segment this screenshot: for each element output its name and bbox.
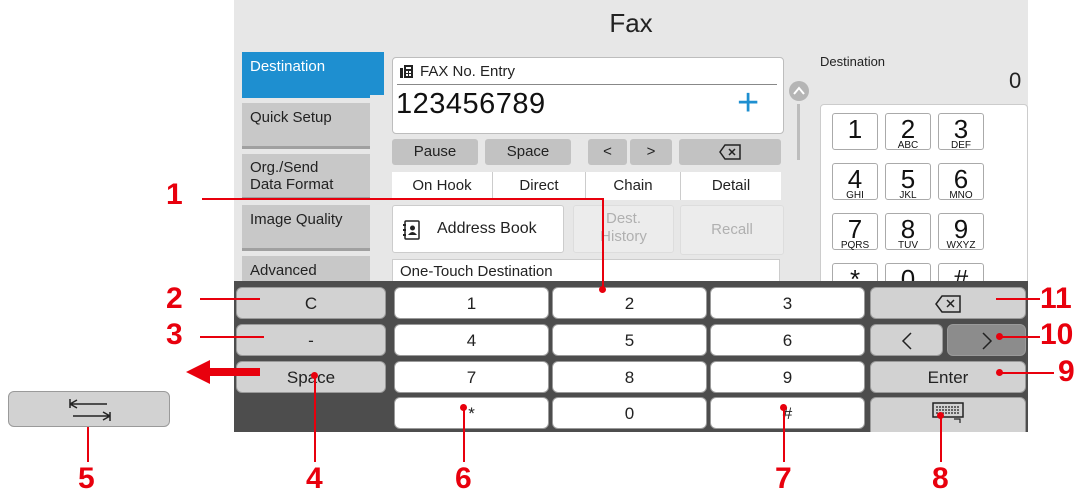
direct-button[interactable]: Direct	[493, 172, 586, 200]
enter-key[interactable]: Enter	[870, 361, 1026, 393]
fax-icon	[400, 65, 413, 78]
key-9[interactable]: 9	[710, 361, 865, 393]
backspace-icon	[719, 144, 741, 160]
callout-dot-10	[996, 333, 1003, 340]
callout-4: 4	[306, 462, 323, 495]
fax-screen: Fax Destination Quick Setup Org./Send Da…	[234, 0, 1028, 432]
callout-10: 10	[1040, 318, 1074, 351]
key-6[interactable]: 6	[710, 324, 865, 356]
callout-line-11	[996, 298, 1040, 300]
keypad-key-2[interactable]: 2 ABC	[885, 113, 931, 151]
keypad-key-9[interactable]: 9 WXYZ	[938, 213, 984, 251]
keypad-key-4[interactable]: 4 GHI	[832, 163, 878, 201]
clear-key[interactable]: C	[236, 287, 386, 319]
callout-dot-7	[780, 404, 787, 411]
tab-arrows-icon	[69, 399, 111, 421]
recall-button[interactable]: Recall	[680, 205, 784, 255]
key-7[interactable]: 7	[394, 361, 549, 393]
destination-label: Destination	[820, 54, 886, 69]
tab-key[interactable]	[8, 391, 170, 427]
key-1[interactable]: 1	[394, 287, 549, 319]
keypad-key-8[interactable]: 8 TUV	[885, 213, 931, 251]
callout-11: 11	[1040, 282, 1072, 315]
keyboard-toggle-key[interactable]	[870, 397, 1026, 432]
on-hook-button[interactable]: On Hook	[392, 172, 493, 200]
key-3[interactable]: 3	[710, 287, 865, 319]
callout-3: 3	[166, 318, 183, 351]
keypad-key-7[interactable]: 7 PQRS	[832, 213, 878, 251]
callout-dot-6	[460, 404, 467, 411]
keypad-key-5[interactable]: 5 JKL	[885, 163, 931, 201]
callout-dot-9	[996, 369, 1003, 376]
callout-line-10	[1000, 336, 1040, 338]
cursor-left-button[interactable]: <	[588, 139, 627, 165]
callout-line-9	[1000, 372, 1054, 374]
destination-count: 0	[1009, 68, 1022, 93]
fax-entry-panel[interactable]: FAX No. Entry 123456789 +	[392, 57, 784, 134]
address-book-label: Address Book	[437, 220, 537, 237]
fax-entry-label: FAX No. Entry	[420, 63, 516, 80]
scroll-bar[interactable]	[788, 80, 810, 170]
key-0[interactable]: 0	[552, 397, 707, 429]
fax-number-field[interactable]: 123456789	[396, 88, 546, 121]
callout-line-3	[200, 336, 264, 338]
callout-1: 1	[166, 178, 183, 211]
callout-5: 5	[78, 462, 95, 495]
callout-line-1b	[602, 198, 604, 290]
pause-button[interactable]: Pause	[392, 139, 478, 165]
callout-dot-1	[599, 286, 606, 293]
callout-7: 7	[775, 462, 792, 495]
key-star[interactable]: *	[394, 397, 549, 429]
space-button[interactable]: Space	[485, 139, 571, 165]
keypad-key-6[interactable]: 6 MNO	[938, 163, 984, 201]
key-5[interactable]: 5	[552, 324, 707, 356]
chevron-left-icon	[901, 332, 912, 350]
add-destination-icon[interactable]: +	[737, 83, 759, 123]
cursor-right-button[interactable]: >	[630, 139, 672, 165]
callout-dot-8	[937, 412, 944, 419]
address-book-button[interactable]: Address Book	[392, 205, 564, 253]
hyphen-key[interactable]: -	[236, 324, 386, 356]
key-hash[interactable]: #	[710, 397, 865, 429]
backspace-icon	[935, 295, 961, 313]
callout-line-5	[87, 424, 89, 462]
address-book-icon	[403, 220, 420, 240]
tab-org-send-data-format[interactable]: Org./Send Data Format	[242, 154, 370, 200]
tab-quick-setup[interactable]: Quick Setup	[242, 103, 370, 149]
soft-keyboard: C 1 2 3 - 4 5 6 Space 7 8 9 Enter * 0 #	[234, 281, 1028, 432]
dest-history-button[interactable]: Dest. History	[573, 205, 674, 253]
screen-title: Fax	[609, 8, 653, 38]
key-8[interactable]: 8	[552, 361, 707, 393]
entry-divider	[397, 84, 777, 85]
callout-9: 9	[1058, 355, 1075, 388]
cursor-right-key[interactable]	[947, 324, 1026, 356]
callout-line-1a	[202, 198, 604, 200]
tab-image-quality[interactable]: Image Quality	[242, 205, 370, 251]
chevron-right-icon	[981, 332, 992, 350]
callout-6: 6	[455, 462, 472, 495]
callout-line-2	[200, 298, 260, 300]
chain-button[interactable]: Chain	[586, 172, 681, 200]
detail-button[interactable]: Detail	[681, 172, 781, 200]
keypad-key-1[interactable]: 1	[832, 113, 878, 150]
backspace-key[interactable]	[870, 287, 1026, 319]
callout-2: 2	[166, 282, 183, 315]
callout-line-6	[463, 408, 465, 462]
key-2[interactable]: 2	[552, 287, 707, 319]
callout-dot-4	[311, 372, 318, 379]
key-4[interactable]: 4	[394, 324, 549, 356]
callout-line-4	[314, 376, 316, 462]
keypad-key-3[interactable]: 3 DEF	[938, 113, 984, 151]
callout-8: 8	[932, 462, 949, 495]
callout-line-7	[783, 408, 785, 462]
tab-destination[interactable]: Destination	[242, 52, 384, 98]
arrow-left-icon	[186, 360, 260, 384]
cursor-left-key[interactable]	[870, 324, 943, 356]
callout-line-8	[940, 416, 942, 462]
backspace-button[interactable]	[679, 139, 781, 165]
